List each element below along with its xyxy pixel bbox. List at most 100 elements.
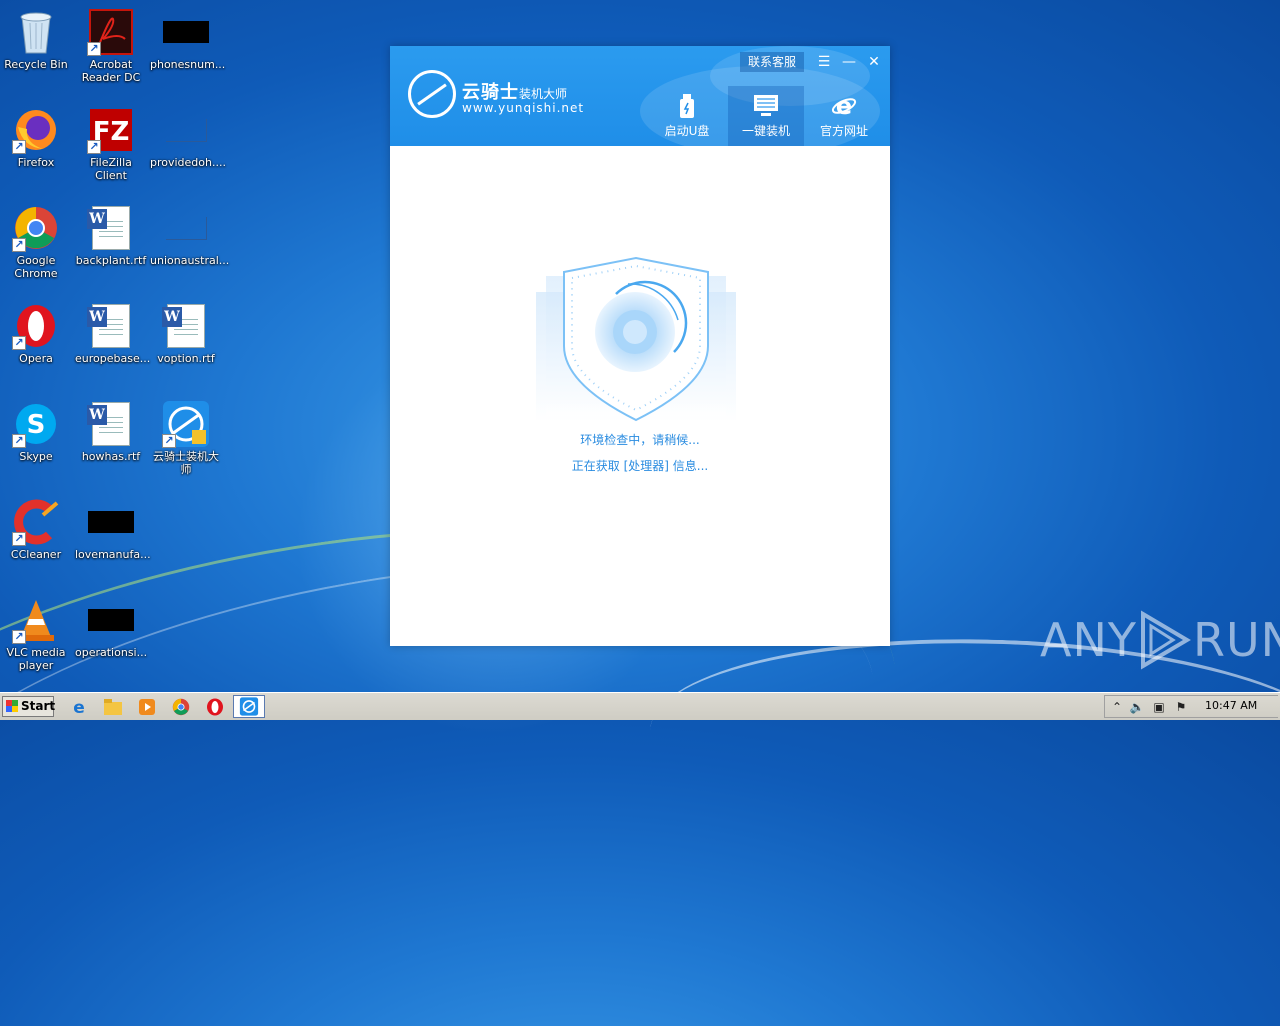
desktop-icon-recycle-bin[interactable]: Recycle Bin bbox=[0, 8, 72, 71]
watermark-text-right: RUN bbox=[1192, 613, 1280, 667]
desktop-icon-label: Opera bbox=[19, 352, 53, 365]
desktop-icon-acrobat[interactable]: ↗ Acrobat Reader DC bbox=[75, 8, 147, 84]
taskbar: Start e ⌃ 🔈 ▣ ⚑ 10:47 AM bbox=[0, 692, 1280, 720]
desktop-icon-label: CCleaner bbox=[10, 548, 62, 561]
anyrun-watermark: ANY RUN bbox=[1040, 610, 1280, 670]
recycle-bin-icon bbox=[20, 12, 52, 54]
file-thumbnail-icon bbox=[88, 511, 134, 533]
desktop-icon-voption[interactable]: W voption.rtf bbox=[150, 302, 222, 365]
file-thumbnail-icon bbox=[163, 21, 209, 43]
minimize-button[interactable]: — bbox=[839, 52, 859, 72]
status-environment-check: 环境检查中，请稍候... bbox=[580, 433, 700, 447]
volume-icon[interactable]: 🔈 bbox=[1129, 699, 1145, 715]
show-hidden-icons-button[interactable]: ⌃ bbox=[1109, 699, 1125, 715]
desktop-icon-ccleaner[interactable]: ↗ CCleaner bbox=[0, 498, 72, 561]
desktop-icon-label: FileZilla Client bbox=[90, 156, 132, 182]
action-center-flag-icon[interactable]: ⚑ bbox=[1173, 699, 1189, 715]
desktop-icon-vlc[interactable]: ↗ VLC media player bbox=[0, 596, 72, 672]
svg-text:e: e bbox=[73, 698, 85, 716]
scan-shield-graphic bbox=[536, 254, 736, 424]
watermark-text-left: ANY bbox=[1040, 613, 1137, 667]
status-fetching-info: 正在获取 [处理器] 信息... bbox=[571, 459, 709, 473]
file-thumbnail-icon bbox=[88, 609, 134, 631]
monitor-icon bbox=[754, 95, 778, 116]
desktop-icon-label: unionaustral... bbox=[150, 254, 230, 267]
desktop-icon-label: providedoh.... bbox=[150, 156, 226, 169]
desktop-icon-opera[interactable]: ↗ Opera bbox=[0, 302, 72, 365]
svg-text:e: e bbox=[836, 92, 852, 118]
start-label: Start bbox=[21, 699, 56, 713]
network-icon[interactable]: ▣ bbox=[1151, 699, 1167, 715]
close-button[interactable]: ✕ bbox=[864, 52, 884, 72]
tab-one-click-install[interactable]: 一键装机 bbox=[728, 86, 804, 146]
contact-support-button[interactable]: 联系客服 bbox=[740, 52, 805, 72]
tab-label: 官方网址 bbox=[819, 124, 868, 138]
desktop-icon-label: voption.rtf bbox=[157, 352, 215, 365]
brand-subtitle: 装机大师 bbox=[519, 87, 568, 101]
shortcut-arrow-icon: ↗ bbox=[87, 140, 101, 154]
desktop-icon-label: lovemanufa... bbox=[75, 548, 151, 561]
file-thumbnail-icon bbox=[165, 216, 207, 240]
file-thumbnail-icon bbox=[165, 118, 207, 142]
desktop-icon-phonesnum[interactable]: phonesnum... bbox=[150, 8, 226, 71]
desktop-icon-unionaustral[interactable]: unionaustral... bbox=[150, 204, 230, 267]
shortcut-arrow-icon: ↗ bbox=[87, 42, 101, 56]
shortcut-arrow-icon: ↗ bbox=[12, 630, 26, 644]
window-header: 云骑士装机大师 www.yunqishi.net 联系客服 ☰ — ✕ 启动U盘… bbox=[390, 46, 890, 146]
desktop-icon-label: Firefox bbox=[17, 156, 55, 169]
desktop-icon-filezilla[interactable]: FZ ↗ FileZilla Client bbox=[75, 106, 147, 182]
desktop-icon-label: howhas.rtf bbox=[81, 450, 141, 463]
desktop-icon-operationsi[interactable]: operationsi... bbox=[75, 596, 147, 659]
menu-icon[interactable]: ☰ bbox=[814, 52, 834, 72]
shortcut-arrow-icon: ↗ bbox=[12, 140, 26, 154]
desktop-icon-providedoh[interactable]: providedoh.... bbox=[150, 106, 226, 169]
desktop-icon-label: Skype bbox=[19, 450, 53, 463]
taskbar-opera-icon[interactable] bbox=[204, 697, 226, 717]
desktop-icon-lovemanufa[interactable]: lovemanufa... bbox=[75, 498, 151, 561]
taskbar-media-player-icon[interactable] bbox=[136, 697, 158, 717]
brand-url: www.yunqishi.net bbox=[462, 101, 585, 115]
yunqishi-window: 云骑士装机大师 www.yunqishi.net 联系客服 ☰ — ✕ 启动U盘… bbox=[390, 46, 890, 646]
shortcut-arrow-icon: ↗ bbox=[12, 336, 26, 350]
knight-logo-icon bbox=[408, 70, 456, 118]
desktop-icon-chrome[interactable]: ↗ Google Chrome bbox=[0, 204, 72, 280]
yunqishi-taskbar-icon bbox=[239, 697, 259, 716]
taskbar-ie-icon[interactable]: e bbox=[68, 697, 90, 717]
shortcut-arrow-icon: ↗ bbox=[12, 238, 26, 252]
taskbar-clock[interactable]: 10:47 AM bbox=[1205, 699, 1257, 712]
desktop-icon-label: europebase... bbox=[75, 352, 151, 365]
play-triangle-icon bbox=[1140, 610, 1191, 670]
shield-scan-icon bbox=[536, 256, 736, 422]
word-document-icon: W bbox=[87, 402, 130, 446]
ie-browser-icon: e bbox=[831, 92, 857, 118]
desktop-icon-label: backplant.rtf bbox=[75, 254, 147, 267]
shortcut-arrow-icon: ↗ bbox=[12, 434, 26, 448]
desktop-icon-label: Recycle Bin bbox=[4, 58, 68, 71]
taskbar-explorer-icon[interactable] bbox=[102, 697, 124, 717]
word-document-icon: W bbox=[87, 206, 130, 250]
tab-usb-boot[interactable]: 启动U盘 bbox=[649, 86, 725, 146]
start-button[interactable]: Start bbox=[2, 696, 56, 717]
word-document-icon: W bbox=[87, 304, 130, 348]
desktop-icon-firefox[interactable]: ↗ Firefox bbox=[0, 106, 72, 169]
desktop-icon-label: phonesnum... bbox=[150, 58, 226, 71]
desktop-icon-label: Google Chrome bbox=[14, 254, 58, 280]
desktop-icon-yunqishi[interactable]: ↗ 云骑士装机大师 bbox=[150, 400, 222, 476]
taskbar-yunqishi-button[interactable] bbox=[233, 695, 265, 718]
svg-text:S: S bbox=[27, 410, 46, 440]
shortcut-arrow-icon: ↗ bbox=[162, 434, 176, 448]
desktop-icon-label: VLC media player bbox=[6, 646, 66, 672]
desktop-icon-label: 云骑士装机大师 bbox=[153, 450, 219, 476]
word-document-icon: W bbox=[162, 304, 205, 348]
tab-official-site[interactable]: e 官方网址 bbox=[806, 86, 882, 146]
shortcut-arrow-icon: ↗ bbox=[12, 532, 26, 546]
tab-label: 一键装机 bbox=[741, 124, 790, 138]
usb-drive-icon bbox=[680, 94, 694, 118]
desktop-icon-howhas[interactable]: W howhas.rtf bbox=[75, 400, 147, 463]
taskbar-chrome-icon[interactable] bbox=[170, 697, 192, 717]
desktop-icon-label: Acrobat Reader DC bbox=[81, 58, 141, 84]
desktop-icon-backplant[interactable]: W backplant.rtf bbox=[75, 204, 147, 267]
windows-flag-icon bbox=[6, 700, 18, 712]
desktop-icon-skype[interactable]: S ↗ Skype bbox=[0, 400, 72, 463]
desktop-icon-europebase[interactable]: W europebase... bbox=[75, 302, 151, 365]
